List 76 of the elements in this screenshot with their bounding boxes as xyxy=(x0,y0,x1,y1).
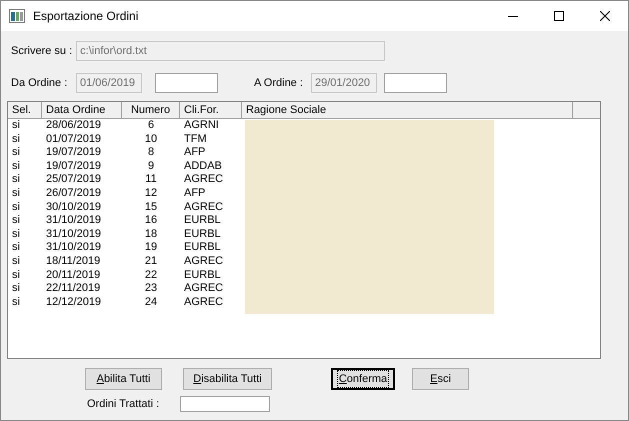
table-cell: si xyxy=(12,214,20,226)
table-cell: 19/07/2019 xyxy=(46,160,102,172)
table-cell: 22/11/2019 xyxy=(46,282,100,294)
app-icon xyxy=(9,9,25,23)
table-cell: 9 xyxy=(148,160,154,172)
table-cell: 18 xyxy=(144,228,158,240)
table-cell: si xyxy=(12,119,20,131)
table-cell: 8 xyxy=(148,146,154,158)
table-cell: 22 xyxy=(144,268,158,281)
table-cell: si xyxy=(12,173,20,186)
table-cell: 15 xyxy=(144,200,158,213)
from-order-field[interactable] xyxy=(155,73,218,93)
table-cell: AFP xyxy=(184,146,206,158)
table-cell: si xyxy=(12,282,20,294)
table-cell: 30/10/2019 xyxy=(46,200,102,213)
table-cell: si xyxy=(12,186,20,199)
window-title: Esportazione Ordini xyxy=(33,8,138,25)
table-cell: 18/11/2019 xyxy=(46,254,100,267)
table-cell: 12/12/2019 xyxy=(46,296,102,308)
table-cell: si xyxy=(12,228,20,240)
table-cell: 20/11/2019 xyxy=(46,268,100,281)
table-cell: 23 xyxy=(144,282,158,294)
table-cell: si xyxy=(12,268,20,281)
disable-all-button[interactable]: Disabilita Tutti xyxy=(183,368,272,390)
table-cell: EURBL xyxy=(184,241,221,254)
table-cell: 6 xyxy=(148,119,154,131)
table-cell: 26/07/2019 xyxy=(46,186,102,199)
table-cell: 31/10/2019 xyxy=(46,241,102,254)
confirm-button[interactable]: Conferma xyxy=(331,368,395,390)
field-label: Scrivere su : xyxy=(11,44,72,59)
table-cell: si xyxy=(12,241,20,254)
table-cell: 01/07/2019 xyxy=(46,132,102,145)
table-cell: TFM xyxy=(184,132,207,145)
table-cell: AGRNI xyxy=(184,119,219,131)
enable-all-button[interactable]: Abilita Tutti xyxy=(85,368,162,390)
table-cell: ADDAB xyxy=(184,160,222,172)
table-cell: 12 xyxy=(144,186,158,199)
table-cell: si xyxy=(12,296,20,308)
table-cell: si xyxy=(12,146,20,158)
column-header[interactable]: Cli.For. xyxy=(180,102,242,118)
maximize-icon xyxy=(554,11,564,21)
table-cell: si xyxy=(12,200,20,213)
table-cell: AGREC xyxy=(184,254,224,267)
table-cell: AGREC xyxy=(184,200,224,213)
exit-button[interactable]: Esci xyxy=(412,368,469,390)
column-header[interactable]: Sel. xyxy=(8,102,42,118)
table-cell: 28/06/2019 xyxy=(46,119,102,131)
table-cell: AGREC xyxy=(184,173,224,186)
table-cell: 21 xyxy=(144,254,158,267)
table-cell: AGREC xyxy=(184,296,224,308)
table-cell: 19/07/2019 xyxy=(46,146,102,158)
table-cell: si xyxy=(12,132,20,145)
table-cell: 11 xyxy=(145,173,157,186)
field-label: A Ordine : xyxy=(254,76,304,91)
column-header[interactable]: Numero xyxy=(122,102,180,118)
table-cell: si xyxy=(12,160,20,172)
table-cell: EURBL xyxy=(184,268,221,281)
field-label: Ordini Trattati : xyxy=(87,397,160,412)
table-cell: EURBL xyxy=(184,228,221,240)
to-order-field[interactable] xyxy=(384,73,447,93)
table-cell: AGREC xyxy=(184,282,224,294)
processed-count-field[interactable] xyxy=(180,396,270,412)
table-cell: 19 xyxy=(144,241,158,254)
close-icon xyxy=(600,11,610,21)
field-label: Da Ordine : xyxy=(11,76,68,91)
table-cell: 16 xyxy=(144,214,158,226)
column-header[interactable]: Ragione Sociale xyxy=(242,102,573,118)
table-cell: 31/10/2019 xyxy=(46,228,102,240)
column-header[interactable]: Data Ordine xyxy=(42,102,122,118)
table-cell: si xyxy=(12,254,20,267)
table-cell: AFP xyxy=(184,186,206,199)
table-cell: EURBL xyxy=(184,214,221,226)
table-cell: 25/07/2019 xyxy=(46,173,102,186)
table-cell: 31/10/2019 xyxy=(46,214,102,226)
table-cell: 24 xyxy=(144,296,158,308)
table-cell: 10 xyxy=(144,132,158,145)
